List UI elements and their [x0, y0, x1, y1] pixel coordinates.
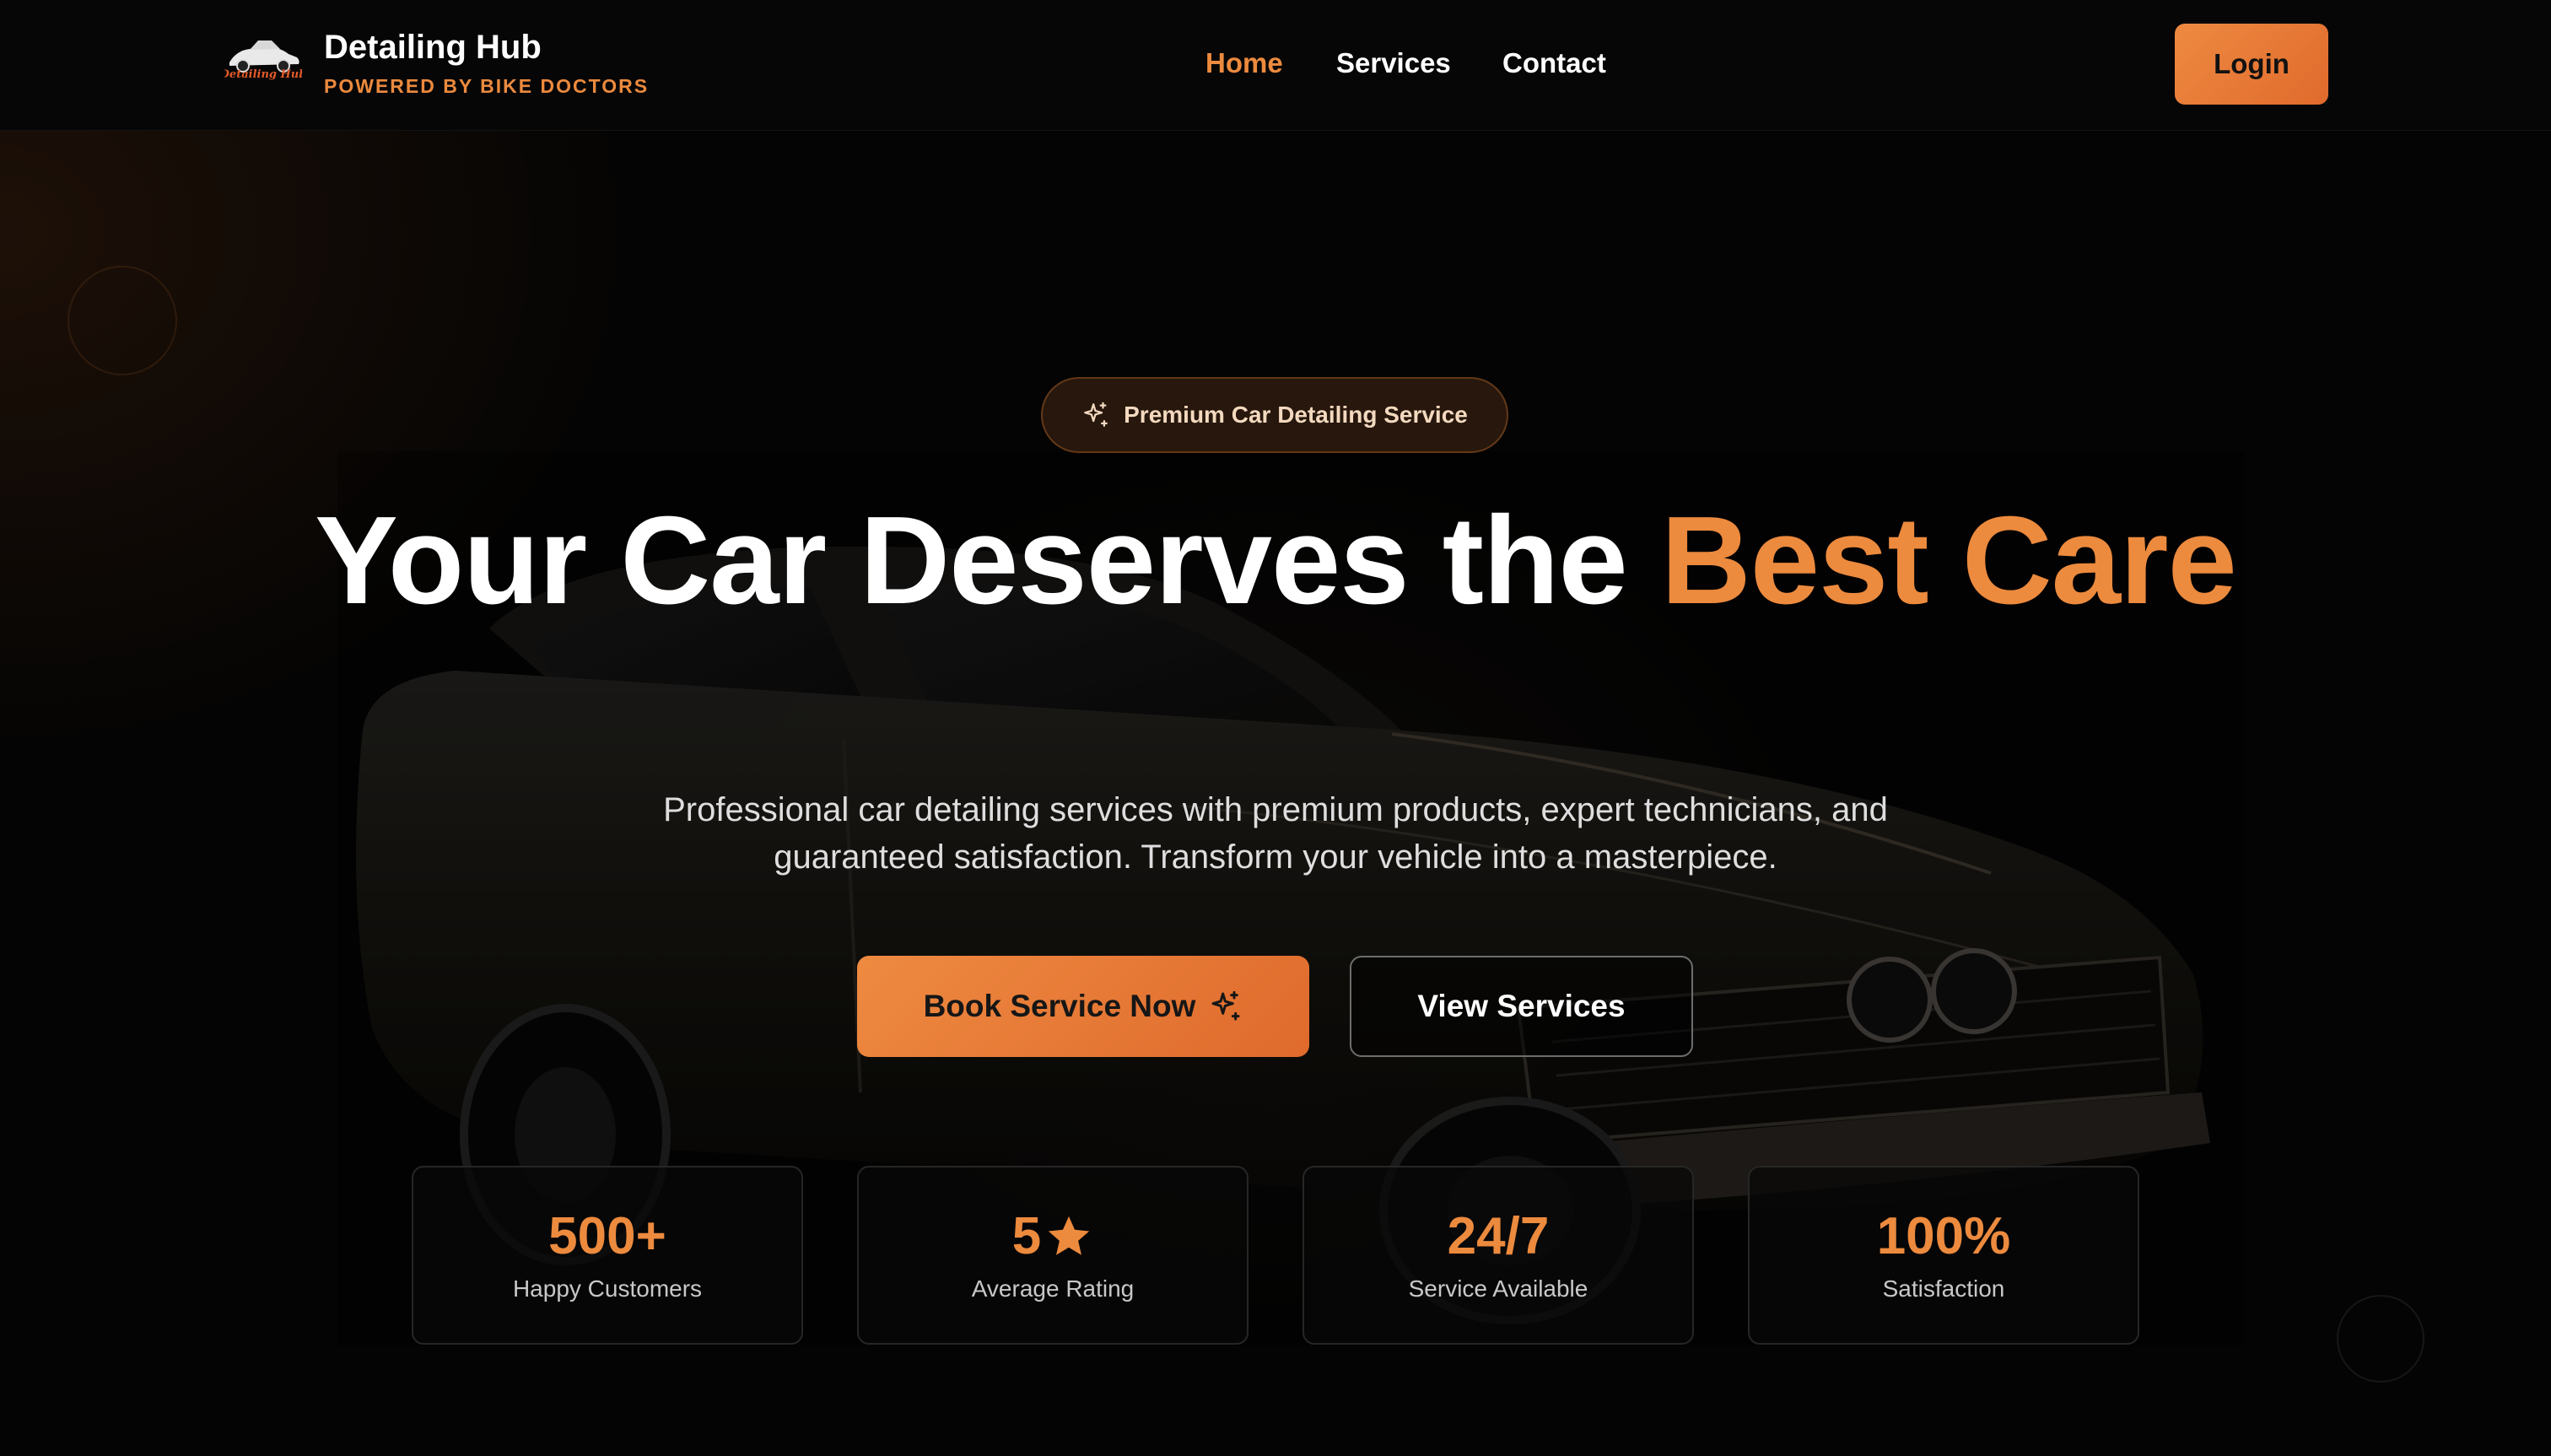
stat-label: Happy Customers: [512, 1275, 703, 1302]
brand-name[interactable]: Detailing Hub: [324, 29, 542, 67]
stat-value: 24/7: [1304, 1206, 1692, 1266]
car-logo-icon[interactable]: Detailing Hub: [224, 34, 302, 86]
badge-label: Premium Car Detailing Service: [1124, 402, 1468, 428]
stat-number: 100%: [1876, 1207, 2011, 1265]
view-services-button[interactable]: View Services: [1350, 956, 1693, 1057]
stat-card-customers: 500+ Happy Customers: [412, 1166, 803, 1345]
hero-section: Premium Car Detailing Service Your Car D…: [0, 131, 2551, 1456]
stat-label: Service Available: [1408, 1275, 1588, 1302]
stat-number: 5: [1011, 1207, 1042, 1265]
stat-number: 500+: [548, 1207, 666, 1265]
stat-label: Satisfaction: [1882, 1275, 2005, 1302]
hero-description: Professional car detailing services with…: [663, 791, 1888, 876]
sparkles-icon: [1211, 990, 1240, 1021]
sparkles-icon: [1084, 402, 1108, 427]
logo-wordmark: Detailing Hub: [224, 68, 302, 81]
stat-label: Average Rating: [971, 1275, 1135, 1302]
decorative-ring: [67, 266, 177, 375]
stat-value: 100%: [1750, 1206, 2138, 1266]
nav-link-home[interactable]: Home: [1205, 47, 1283, 79]
stat-card-availability: 24/7 Service Available: [1302, 1166, 1694, 1345]
book-service-button[interactable]: Book Service Now: [857, 956, 1309, 1057]
stat-value: 5: [859, 1206, 1247, 1266]
stat-value: 500+: [413, 1206, 801, 1266]
decorative-ring: [2337, 1295, 2424, 1383]
stat-number: 24/7: [1447, 1207, 1550, 1265]
premium-service-badge: Premium Car Detailing Service: [1041, 377, 1508, 453]
stat-card-rating: 5 Average Rating: [857, 1166, 1249, 1345]
star-icon: [1049, 1216, 1090, 1255]
hero-headline: Your Car Deserves the Best Care: [253, 499, 2298, 623]
headline-main: Your Car Deserves the: [315, 491, 1628, 630]
brand-tagline: POWERED BY BIKE DOCTORS: [324, 75, 650, 97]
top-navbar: Detailing Hub Detailing Hub POWERED BY B…: [0, 0, 2551, 131]
headline-accent: Best Care: [1660, 491, 2237, 630]
nav-link-contact[interactable]: Contact: [1502, 47, 1606, 79]
login-button[interactable]: Login: [2175, 24, 2328, 105]
book-service-label: Book Service Now: [923, 989, 1196, 1023]
stat-card-satisfaction: 100% Satisfaction: [1748, 1166, 2139, 1345]
nav-link-services[interactable]: Services: [1336, 47, 1451, 79]
